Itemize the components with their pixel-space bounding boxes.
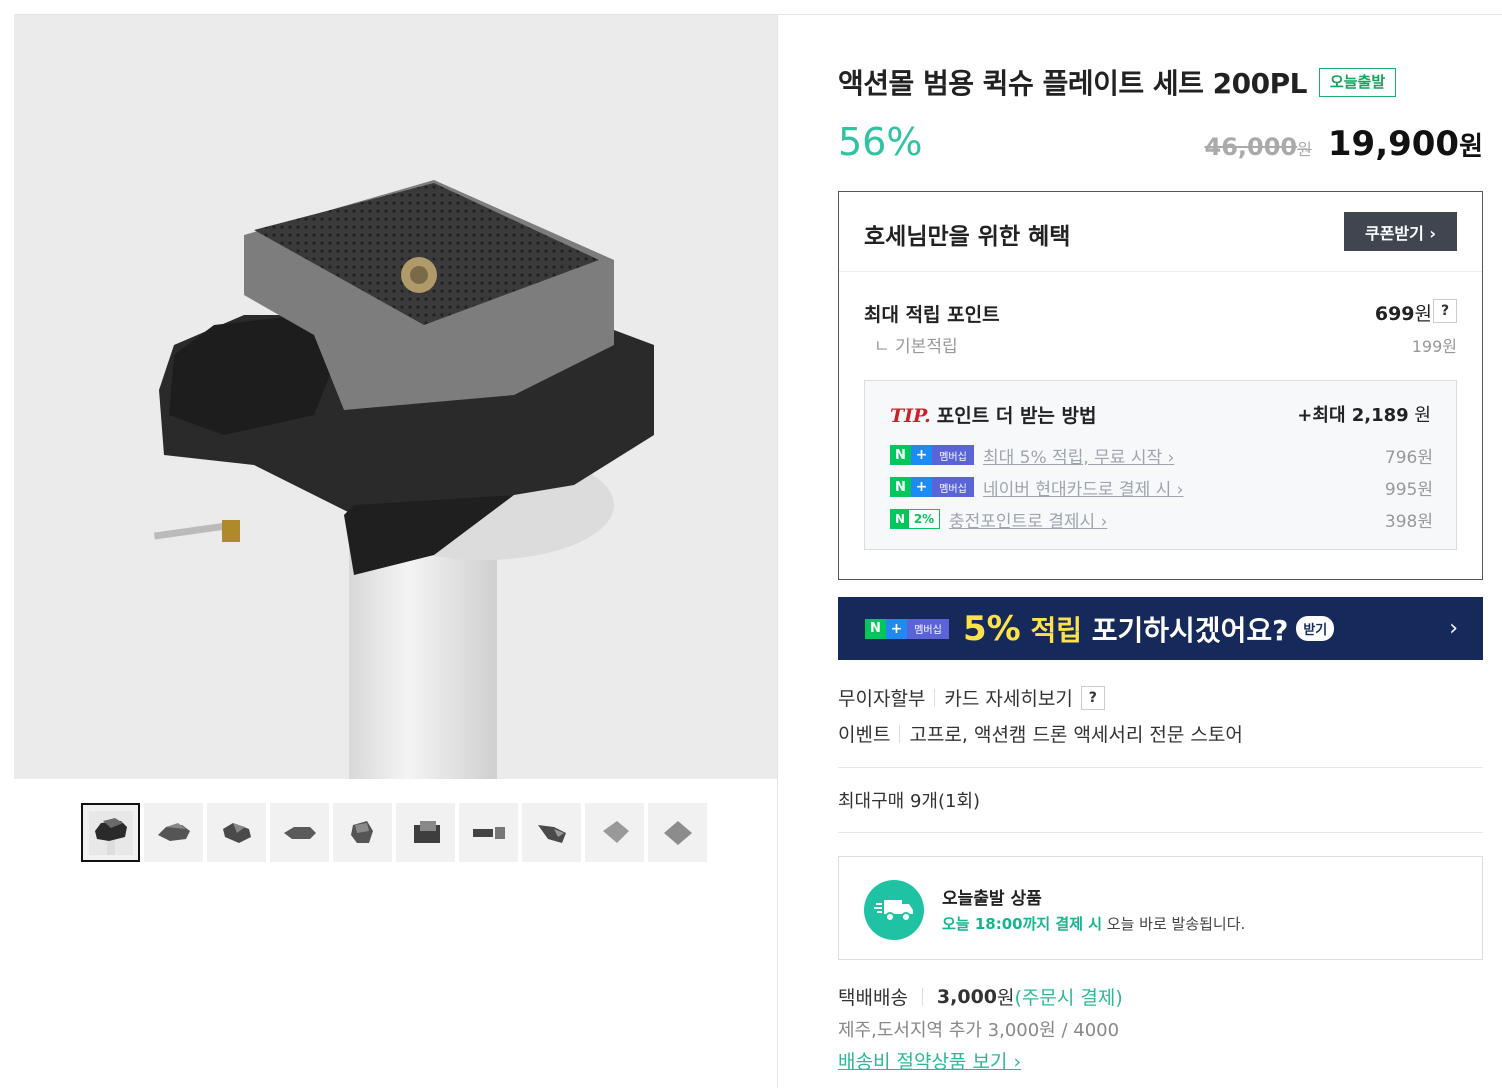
- points-help-button[interactable]: ?: [1433, 299, 1457, 323]
- tip-mark: TIP.: [890, 405, 931, 427]
- plus-icon: +: [886, 618, 907, 639]
- chevron-right-icon: ›: [1449, 616, 1458, 641]
- discount-rate: 56%: [838, 120, 923, 164]
- naver-plus-membership-badge: N + 멤버십: [890, 477, 974, 497]
- today-shipping-desc: 오늘 18:00까지 결제 시 오늘 바로 발송됩니다.: [942, 913, 1245, 934]
- max-purchase: 최대구매 9개(1회): [838, 791, 981, 812]
- tip-amount: 995원: [1384, 479, 1433, 500]
- divider: [899, 724, 901, 743]
- thumbnail[interactable]: [459, 803, 518, 862]
- tip-link-charge[interactable]: 충전포인트로 결제시 ›: [949, 507, 1107, 532]
- plus-icon: +: [911, 477, 932, 497]
- naver-n-icon: N: [890, 445, 911, 465]
- tip-max-unit: 원: [1408, 405, 1431, 426]
- pay-percent-label: 2%: [909, 510, 939, 528]
- naver-plus-membership-badge: N + 멤버십: [890, 445, 974, 465]
- today-shipping-badge: 오늘출발: [1318, 67, 1397, 97]
- banner-get-badge: 받기: [1296, 616, 1335, 641]
- sale-price-unit: 원: [1459, 132, 1483, 162]
- installment-label: 무이자할부: [838, 688, 926, 710]
- today-shipping-deadline: 오늘 18:00까지 결제 시: [942, 915, 1103, 933]
- tip-amount: 398원: [1384, 511, 1433, 532]
- thumbnail[interactable]: [648, 803, 707, 862]
- banner-text: 5% 적립 포기하시겠어요?: [963, 609, 1288, 649]
- max-points-unit: 원: [1414, 303, 1432, 325]
- thumbnail[interactable]: [522, 803, 581, 862]
- tip-title-text: 포인트 더 받는 방법: [936, 405, 1097, 427]
- thumbnail[interactable]: [207, 803, 266, 862]
- naver-plus-membership-badge: N + 멤버십: [865, 618, 949, 639]
- card-detail-link[interactable]: 카드 자세히보기: [944, 684, 1072, 711]
- thumbnail[interactable]: [81, 803, 140, 862]
- truck-icon: [864, 880, 924, 940]
- tip-row-card: N + 멤버십 네이버 현대카드로 결제 시 › 995원: [890, 475, 1433, 500]
- tip-amount: 796원: [1384, 447, 1433, 468]
- tip-link-membership[interactable]: 최대 5% 적립, 무료 시작 ›: [983, 443, 1174, 468]
- product-main-image[interactable]: [14, 15, 777, 779]
- naver-pay-2pct-badge: N 2%: [890, 509, 940, 529]
- membership-label: 멤버십: [907, 618, 949, 639]
- thumbnail[interactable]: [396, 803, 455, 862]
- price: 46,000 원 19,900 원: [1205, 124, 1483, 164]
- thumbnail[interactable]: [585, 803, 644, 862]
- tip-max-points: +최대 2,189 원: [1297, 401, 1431, 427]
- membership-label: 멤버십: [932, 445, 974, 465]
- plus-icon: +: [911, 445, 932, 465]
- delivery-method: 택배배송: [838, 987, 908, 1009]
- event-row: 이벤트 고프로, 액션캠 드론 액세서리 전문 스토어: [838, 720, 1243, 747]
- today-shipping-note: 오늘 바로 발송됩니다.: [1102, 915, 1246, 933]
- tip-box: TIP. 포인트 더 받는 방법 +최대 2,189 원 N + 멤버십 최대 5…: [864, 380, 1457, 550]
- divider: [921, 987, 923, 1006]
- coupon-button[interactable]: 쿠폰받기 ›: [1344, 212, 1457, 251]
- tip-title: TIP. 포인트 더 받는 방법: [890, 401, 1096, 428]
- max-points-label: 최대 적립 포인트: [864, 304, 1000, 326]
- membership-banner[interactable]: N + 멤버십 5% 적립 포기하시겠어요? 받기 ›: [838, 597, 1483, 660]
- event-text[interactable]: 고프로, 액션캠 드론 액세서리 전문 스토어: [909, 720, 1242, 747]
- original-price: 46,000: [1204, 133, 1298, 161]
- original-price-unit: 원: [1297, 140, 1312, 159]
- thumbnail[interactable]: [333, 803, 392, 862]
- today-shipping-box: 오늘출발 상품 오늘 18:00까지 결제 시 오늘 바로 발송됩니다.: [838, 856, 1483, 960]
- tip-max-prefix: +최대: [1297, 405, 1352, 426]
- naver-n-icon: N: [891, 510, 909, 528]
- tip-row-charge: N 2% 충전포인트로 결제시 › 398원: [890, 507, 1433, 532]
- delivery-row: 택배배송 3,000 원 (주문시 결제): [838, 983, 1123, 1010]
- naver-n-icon: N: [865, 618, 886, 639]
- event-label: 이벤트: [838, 724, 891, 746]
- divider: [934, 688, 936, 707]
- product-gallery: [14, 15, 778, 1088]
- banner-percent: 5%: [963, 608, 1021, 649]
- banner-accrue: 적립: [1020, 613, 1083, 647]
- membership-label: 멤버십: [932, 477, 974, 497]
- tip-link-card[interactable]: 네이버 현대카드로 결제 시 ›: [983, 475, 1183, 500]
- shipping-save-link[interactable]: 배송비 절약상품 보기 ›: [838, 1047, 1021, 1074]
- sale-price: 19,900: [1327, 124, 1460, 164]
- benefit-title: 호세님만을 위한 혜택: [864, 224, 1071, 250]
- product-title: 액션몰 범용 퀵슈 플레이트 세트 200PL: [838, 67, 1307, 100]
- thumbnail-strip: [81, 803, 707, 862]
- base-points-value: 199원: [1411, 337, 1457, 356]
- delivery-fee-note: (주문시 결제): [1014, 987, 1123, 1009]
- benefit-header: 호세님만을 위한 혜택 쿠폰받기 ›: [839, 192, 1482, 272]
- installment-row: 무이자할부 카드 자세히보기 ?: [838, 684, 1105, 711]
- delivery-fee-unit: 원: [997, 987, 1015, 1009]
- jeju-extra-fee: 제주,도서지역 추가 3,000원 / 4000: [838, 1020, 1120, 1041]
- thumbnail[interactable]: [270, 803, 329, 862]
- divider: [838, 832, 1483, 833]
- tip-row-membership: N + 멤버십 최대 5% 적립, 무료 시작 › 796원: [890, 443, 1433, 468]
- max-points-amount: 699: [1374, 303, 1415, 325]
- today-shipping-title: 오늘출발 상품: [942, 889, 1042, 909]
- max-points-value: 699원: [1375, 299, 1432, 326]
- benefit-box: 호세님만을 위한 혜택 쿠폰받기 › 최대 적립 포인트 699원 ? ㄴ 기본…: [838, 191, 1483, 580]
- card-help-button[interactable]: ?: [1080, 685, 1105, 710]
- divider: [838, 767, 1483, 768]
- tip-max-value: 2,189: [1351, 405, 1409, 426]
- delivery-fee: 3,000: [936, 985, 998, 1008]
- naver-n-icon: N: [890, 477, 911, 497]
- base-points-label: ㄴ 기본적립: [874, 337, 958, 357]
- thumbnail[interactable]: [144, 803, 203, 862]
- banner-question: 포기하시겠어요?: [1082, 613, 1289, 647]
